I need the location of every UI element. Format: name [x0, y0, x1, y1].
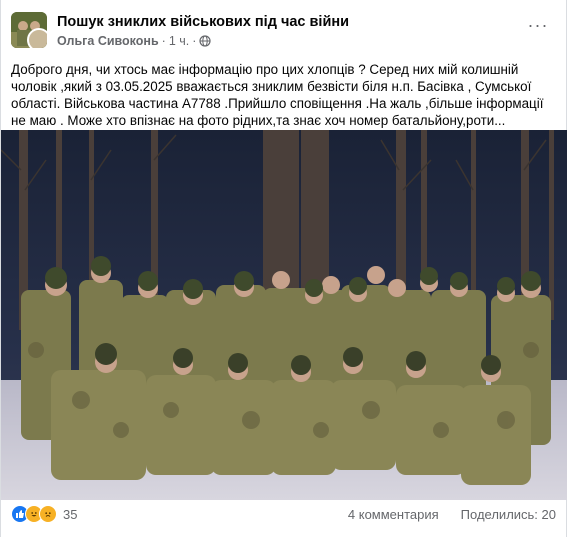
group-avatar[interactable]: [11, 12, 47, 48]
post-footer: 35 4 комментария Поделились: 20: [11, 500, 556, 528]
shares-count-link[interactable]: Поделились: 20: [461, 507, 556, 522]
post-photo[interactable]: [1, 130, 567, 500]
more-options-button[interactable]: ···: [524, 15, 552, 38]
reactions-summary[interactable]: 35: [11, 505, 77, 523]
ellipsis-icon: ···: [527, 15, 549, 35]
author-name-link[interactable]: Ольга Сивоконь: [57, 34, 159, 48]
author-avatar-badge: [27, 28, 47, 48]
comments-count-link[interactable]: 4 комментария: [348, 507, 439, 522]
group-photo-soldiers: [1, 130, 567, 500]
post-header: Пошук зниклих військових під час війни О…: [11, 12, 556, 52]
meta-separator-2: ·: [192, 34, 197, 48]
reaction-count: 35: [63, 506, 78, 522]
post-time-link[interactable]: 1 ч.: [169, 34, 189, 48]
meta-separator: ·: [161, 34, 166, 48]
sad-reaction-icon: [39, 505, 57, 523]
post-text: Доброго дня, чи хтось має інформацію про…: [11, 62, 544, 128]
post-meta: Ольга Сивоконь · 1 ч. ·: [57, 34, 212, 48]
globe-icon: [199, 35, 212, 47]
post-card: Пошук зниклих військових під час війни О…: [0, 0, 567, 537]
group-name-link[interactable]: Пошук зниклих військових під час війни: [57, 14, 349, 30]
